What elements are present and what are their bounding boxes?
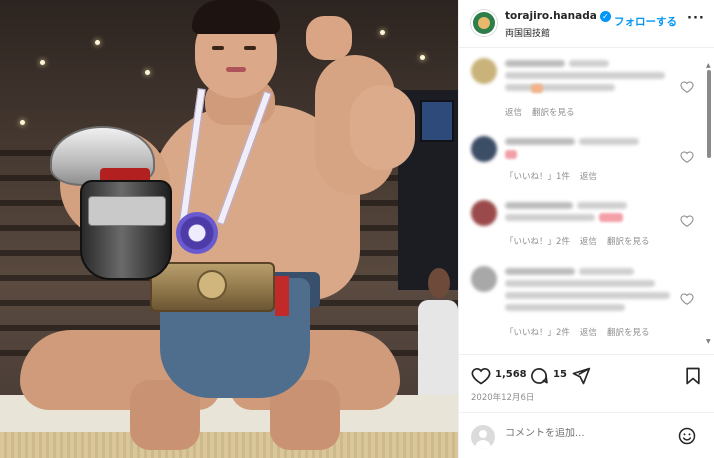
likes-count-link[interactable]: 「いいね！」2件 <box>505 235 570 247</box>
commenter-avatar[interactable] <box>471 58 497 84</box>
share-icon[interactable] <box>571 366 591 386</box>
reply-link[interactable]: 返信 <box>580 235 597 247</box>
post-side-panel: torajiro.hanada ✓ フォローする ··· 両国国技館 返信 翻訳… <box>458 0 714 458</box>
comment-like-heart-icon[interactable] <box>680 214 694 228</box>
comment-like-heart-icon[interactable] <box>680 150 694 164</box>
reply-link[interactable]: 返信 <box>580 170 597 182</box>
post-actions: 1,568 15 2020年12月6日 <box>459 354 714 403</box>
comments-count[interactable]: 15 <box>553 369 567 380</box>
see-translation-link[interactable]: 翻訳を見る <box>607 326 650 338</box>
location-link[interactable]: 両国国技館 <box>505 26 550 39</box>
comment-item: 返信 翻訳を見る <box>459 56 707 118</box>
reply-link[interactable]: 返信 <box>505 106 522 118</box>
scroll-up-icon[interactable]: ▲ <box>706 62 711 69</box>
post-photo[interactable] <box>0 0 458 458</box>
reply-link[interactable]: 返信 <box>580 326 597 338</box>
commenter-avatar[interactable] <box>471 266 497 292</box>
comment-icon[interactable] <box>529 366 549 386</box>
bookmark-icon[interactable] <box>683 366 703 386</box>
likes-count-link[interactable]: 「いいね！」1件 <box>505 170 570 182</box>
scroll-down-icon[interactable]: ▼ <box>706 338 711 345</box>
comment-item: 「いいね！」2件 返信 翻訳を見る <box>459 262 707 344</box>
more-icon[interactable]: ··· <box>687 11 705 26</box>
comment-item: 「いいね！」2件 返信 翻訳を見る <box>459 196 707 248</box>
likes-count-link[interactable]: 「いいね！」2件 <box>505 326 570 338</box>
post-date: 2020年12月6日 <box>471 393 535 403</box>
comment-like-heart-icon[interactable] <box>680 80 694 94</box>
see-translation-link[interactable]: 翻訳を見る <box>532 106 575 118</box>
user-avatar <box>471 425 495 449</box>
comment-scrollbar[interactable]: ▲ ▼ <box>706 62 712 345</box>
profile-avatar[interactable] <box>471 10 497 36</box>
emoji-icon[interactable] <box>677 426 697 446</box>
post-header: torajiro.hanada ✓ フォローする ··· 両国国技館 <box>459 0 714 48</box>
heart-icon[interactable] <box>471 366 491 386</box>
follow-button[interactable]: フォローする <box>614 14 677 29</box>
comment-list[interactable]: 返信 翻訳を見る 「いいね！」1件 返信 「いいね！」2件 返信 翻訳を見る 「… <box>459 48 714 353</box>
likes-count[interactable]: 1,568 <box>495 369 527 380</box>
add-comment-bar <box>459 412 714 458</box>
scroll-thumb[interactable] <box>707 70 711 158</box>
see-translation-link[interactable]: 翻訳を見る <box>607 235 650 247</box>
comment-like-heart-icon[interactable] <box>680 292 694 306</box>
comment-input[interactable] <box>505 428 665 439</box>
commenter-avatar[interactable] <box>471 136 497 162</box>
verified-icon: ✓ <box>599 10 611 22</box>
username-link[interactable]: torajiro.hanada <box>505 10 597 22</box>
comment-item: 「いいね！」1件 返信 <box>459 132 707 182</box>
commenter-avatar[interactable] <box>471 200 497 226</box>
